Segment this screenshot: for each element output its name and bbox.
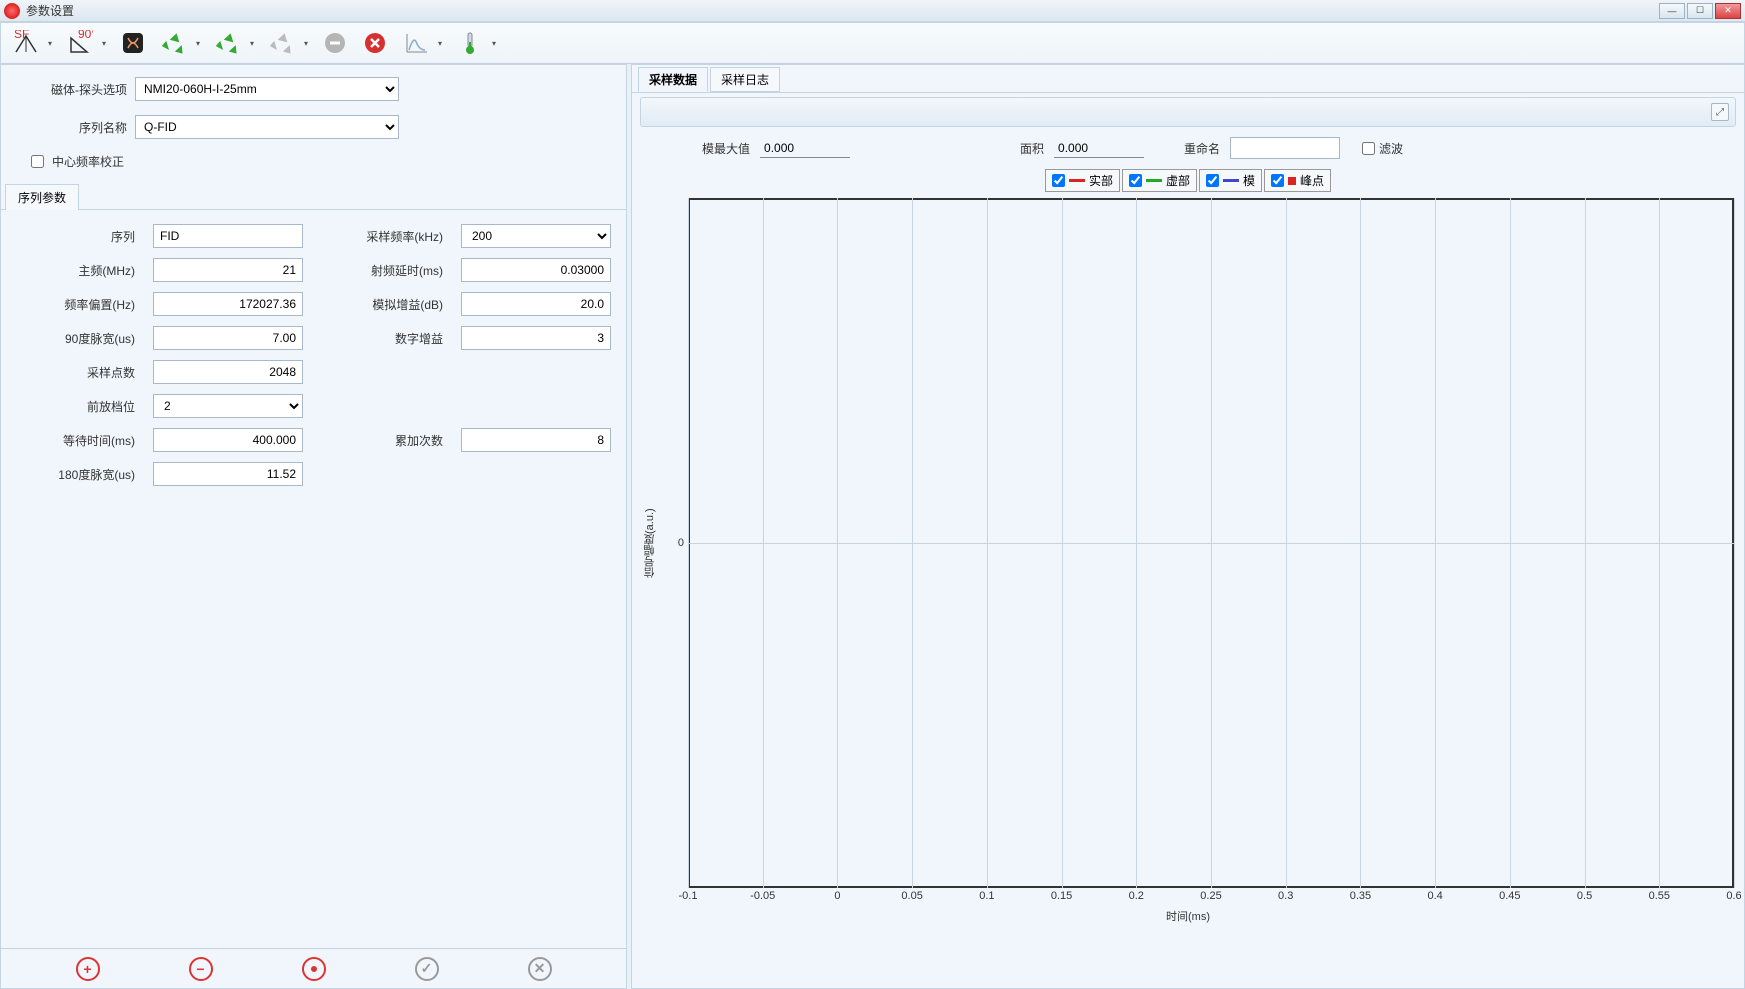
- preamp-label: 前放档位: [9, 398, 139, 415]
- digital-gain-input[interactable]: [461, 326, 611, 350]
- seq-name-select[interactable]: Q-FID: [135, 115, 399, 139]
- tab-sample-log[interactable]: 采样日志: [710, 67, 780, 92]
- p90-input[interactable]: [153, 326, 303, 350]
- p180-label: 180度脉宽(us): [9, 466, 139, 483]
- legend-imag[interactable]: 虚部: [1122, 169, 1197, 192]
- max-label: 模最大值: [702, 140, 750, 157]
- digital-gain-label: 数字增益: [317, 330, 447, 347]
- stop-gray-button[interactable]: [317, 26, 353, 60]
- seq-param-input[interactable]: [153, 224, 303, 248]
- rf-delay-label: 射频延时(ms): [317, 262, 447, 279]
- legend-peak-chk[interactable]: [1271, 174, 1284, 187]
- legend-mag[interactable]: 模: [1199, 169, 1262, 192]
- titlebar: 参数设置 — ☐ ✕: [0, 0, 1745, 22]
- center-freq-label: 中心频率校正: [52, 153, 124, 170]
- main-freq-input[interactable]: [153, 258, 303, 282]
- area-value[interactable]: [1054, 139, 1144, 158]
- filter-label: 滤波: [1379, 140, 1403, 157]
- recycle-1-button[interactable]: [155, 26, 205, 60]
- rf-delay-input[interactable]: [461, 258, 611, 282]
- svg-text:SF: SF: [14, 30, 29, 41]
- seq-param-label: 序列: [9, 228, 139, 245]
- toolbar: SF 90°: [0, 22, 1745, 64]
- app-icon: [4, 3, 20, 19]
- cancel-button[interactable]: ✕: [528, 957, 552, 981]
- filter-checkbox[interactable]: [1362, 142, 1375, 155]
- chart-area: 实部 虚部 模 峰点 信号幅度(a.u.) 0 -0.1-0.0500.050.…: [632, 169, 1744, 988]
- probe-select[interactable]: NMI20-060H-I-25mm: [135, 77, 399, 101]
- accum-label: 累加次数: [317, 432, 447, 449]
- samp-points-input[interactable]: [153, 360, 303, 384]
- freq-offset-label: 频率偏置(Hz): [9, 296, 139, 313]
- left-panel: 磁体-探头选项 NMI20-060H-I-25mm 序列名称 Q-FID 中心频…: [0, 64, 627, 989]
- bottom-action-bar: + − ✓ ✕: [1, 948, 626, 988]
- area-label: 面积: [1020, 140, 1044, 157]
- max-value[interactable]: [760, 139, 850, 158]
- right-toolbar: ⤢: [640, 97, 1736, 127]
- peak-chart-button[interactable]: [397, 26, 447, 60]
- samp-freq-select[interactable]: 200: [461, 224, 611, 248]
- analog-gain-label: 模拟增益(dB): [317, 296, 447, 313]
- legend-real[interactable]: 实部: [1045, 169, 1120, 192]
- y-axis-label: 信号幅度(a.u.): [642, 198, 660, 888]
- stop-red-button[interactable]: [357, 26, 393, 60]
- remove-button[interactable]: −: [189, 957, 213, 981]
- x-axis-label: 时间(ms): [642, 908, 1734, 924]
- recycle-disabled-button[interactable]: [263, 26, 313, 60]
- minimize-button[interactable]: —: [1659, 3, 1685, 19]
- samp-freq-label: 采样频率(kHz): [317, 228, 447, 245]
- sf-peak-button[interactable]: SF: [7, 26, 57, 60]
- legend-real-chk[interactable]: [1052, 174, 1065, 187]
- wait-time-input[interactable]: [153, 428, 303, 452]
- add-button[interactable]: +: [76, 957, 100, 981]
- main-freq-label: 主频(MHz): [9, 262, 139, 279]
- thermometer-button[interactable]: [451, 26, 501, 60]
- p90-label: 90度脉宽(us): [9, 330, 139, 347]
- recycle-2-button[interactable]: [209, 26, 259, 60]
- matrix-button[interactable]: [115, 26, 151, 60]
- rename-label: 重命名: [1184, 140, 1220, 157]
- target-button[interactable]: [302, 957, 326, 981]
- svg-text:90°: 90°: [78, 30, 93, 41]
- accum-input[interactable]: [461, 428, 611, 452]
- right-panel: 采样数据 采样日志 ⤢ 模最大值 面积 重命名 滤波 实部 虚部 模 峰点: [631, 64, 1745, 989]
- wait-time-label: 等待时间(ms): [9, 432, 139, 449]
- plot-canvas[interactable]: [688, 198, 1734, 888]
- preamp-select[interactable]: 2: [153, 394, 303, 418]
- param-tab[interactable]: 序列参数: [5, 184, 79, 210]
- center-freq-checkbox[interactable]: [31, 155, 44, 168]
- close-button[interactable]: ✕: [1715, 3, 1741, 19]
- angle-90-button[interactable]: 90°: [61, 26, 111, 60]
- window-title: 参数设置: [26, 2, 1657, 19]
- legend-imag-chk[interactable]: [1129, 174, 1142, 187]
- seq-name-label: 序列名称: [15, 119, 135, 136]
- probe-label: 磁体-探头选项: [15, 81, 135, 98]
- tab-sample-data[interactable]: 采样数据: [638, 67, 708, 92]
- legend-peak[interactable]: 峰点: [1264, 169, 1331, 192]
- rename-input[interactable]: [1230, 137, 1340, 159]
- p180-input[interactable]: [153, 462, 303, 486]
- legend-mag-chk[interactable]: [1206, 174, 1219, 187]
- expand-toolbar-button[interactable]: ⤢: [1711, 103, 1729, 121]
- samp-points-label: 采样点数: [9, 364, 139, 381]
- freq-offset-input[interactable]: [153, 292, 303, 316]
- maximize-button[interactable]: ☐: [1687, 3, 1713, 19]
- confirm-button[interactable]: ✓: [415, 957, 439, 981]
- analog-gain-input[interactable]: [461, 292, 611, 316]
